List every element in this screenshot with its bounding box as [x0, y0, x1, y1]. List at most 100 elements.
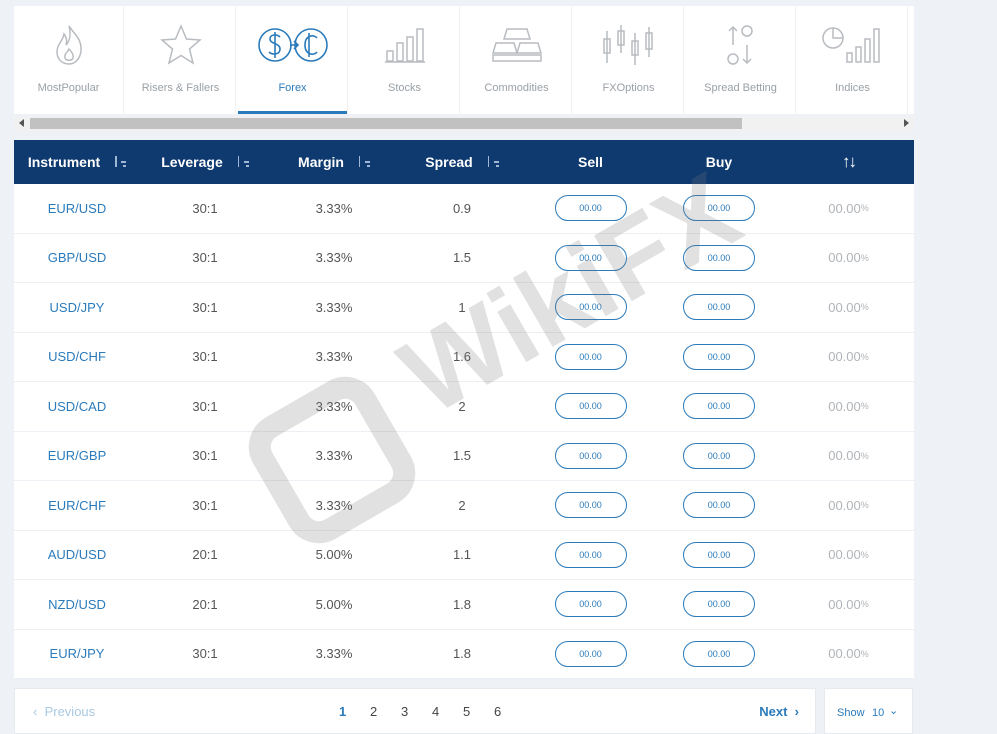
buy-button[interactable]: 00.00 — [683, 195, 755, 222]
change-value: 00.00% — [783, 234, 914, 283]
header-label: Spread — [425, 154, 473, 170]
change-value: 00.00% — [783, 283, 914, 332]
buy-button[interactable]: 00.00 — [683, 640, 755, 667]
table-header: Instrument Leverage Margin Spread Sell B… — [14, 140, 914, 184]
spread-value: 1.1 — [452, 547, 472, 563]
buy-button[interactable]: 00.00 — [683, 492, 755, 519]
header-instrument[interactable]: Instrument — [14, 140, 140, 184]
tab-label: Risers & Fallers — [141, 82, 220, 94]
table-row[interactable]: EUR/USD 30:1 3.33% 0.9 00.00 00.00 00.00% — [14, 184, 914, 234]
sell-button[interactable]: 00.00 — [554, 393, 627, 420]
sell-button[interactable]: 00.00 — [554, 343, 627, 370]
header-change[interactable]: ↑↓ — [783, 140, 914, 184]
change-value: 00.00% — [783, 531, 914, 580]
tabs-scrollbar[interactable] — [14, 116, 914, 131]
table-row[interactable]: EUR/JPY 30:1 3.33% 1.8 00.00 00.00 00.00% — [14, 630, 914, 679]
scrollbar-thumb[interactable] — [30, 118, 742, 129]
sort-icon[interactable] — [358, 156, 370, 168]
sort-icon[interactable] — [237, 156, 249, 168]
instrument-link[interactable]: EUR/JPY — [14, 630, 140, 679]
buy-button[interactable]: 00.00 — [683, 393, 755, 420]
sell-button[interactable]: 00.00 — [554, 591, 627, 618]
instrument-link[interactable]: GBP/USD — [14, 234, 140, 283]
tab-fxoptions[interactable]: FXOptions — [574, 6, 684, 114]
instrument-link[interactable]: USD/CAD — [14, 382, 140, 431]
table-row[interactable]: NZD/USD 20:1 5.00% 1.8 00.00 00.00 00.00% — [14, 580, 914, 630]
header-sell: Sell — [526, 140, 655, 184]
tab-label: FXOptions — [602, 82, 655, 94]
tab-indices[interactable]: Indices — [798, 6, 908, 114]
page-3-button[interactable]: 3 — [401, 704, 432, 719]
instrument-link[interactable]: AUD/USD — [14, 531, 140, 580]
margin-value: 3.33% — [315, 497, 353, 513]
table-row[interactable]: USD/JPY 30:1 3.33% 1 00.00 00.00 00.00% — [14, 283, 914, 333]
buy-cell: 00.00 — [655, 630, 783, 679]
tab-commodities[interactable]: Commodities — [462, 6, 572, 114]
sell-button[interactable]: 00.00 — [554, 541, 627, 568]
table-row[interactable]: GBP/USD 30:1 3.33% 1.5 00.00 00.00 00.00% — [14, 234, 914, 283]
instrument-link[interactable]: EUR/CHF — [14, 481, 140, 530]
table-row[interactable]: USD/CAD 30:1 3.33% 2 00.00 00.00 00.00% — [14, 382, 914, 432]
tab-forex[interactable]: Forex — [238, 6, 348, 114]
header-margin[interactable]: Margin — [270, 140, 398, 184]
next-button[interactable]: Next › — [759, 704, 799, 719]
header-buy: Buy — [655, 140, 783, 184]
spread-value: 1.8 — [452, 596, 472, 612]
buy-button[interactable]: 00.00 — [683, 343, 755, 370]
page-4-button[interactable]: 4 — [432, 704, 463, 719]
page-2-button[interactable]: 2 — [370, 704, 401, 719]
sell-button[interactable]: 00.00 — [554, 640, 627, 667]
tab-most-popular[interactable]: MostPopular — [14, 6, 124, 114]
page-numbers: 123456 — [339, 704, 525, 719]
show-label: Show — [837, 707, 865, 719]
change-number: 00.00 — [828, 200, 861, 216]
sort-icon[interactable] — [487, 156, 499, 168]
table-body: EUR/USD 30:1 3.33% 0.9 00.00 00.00 00.00% GBP/U… — [14, 184, 914, 679]
sell-button[interactable]: 00.00 — [554, 442, 627, 469]
instrument-link[interactable]: EUR/USD — [14, 184, 140, 233]
previous-button[interactable]: ‹ Previous — [33, 704, 95, 719]
change-unit: % — [860, 450, 869, 461]
tab-more[interactable] — [910, 6, 914, 114]
sort-updown-icon[interactable]: ↑↓ — [842, 152, 857, 172]
buy-cell: 00.00 — [655, 283, 783, 332]
table-row[interactable]: USD/CHF 30:1 3.33% 1.6 00.00 00.00 00.00% — [14, 333, 914, 382]
table-row[interactable]: AUD/USD 20:1 5.00% 1.1 00.00 00.00 00.00% — [14, 531, 914, 580]
scroll-right-icon[interactable] — [904, 119, 909, 127]
change-number: 00.00 — [828, 299, 861, 315]
header-leverage[interactable]: Leverage — [140, 140, 270, 184]
tab-label: Indices — [835, 82, 870, 94]
instrument-link[interactable]: NZD/USD — [14, 580, 140, 629]
buy-button[interactable]: 00.00 — [683, 541, 755, 568]
page-1-button[interactable]: 1 — [339, 704, 370, 719]
change-number: 00.00 — [828, 349, 861, 365]
sell-button[interactable]: 00.00 — [554, 294, 627, 321]
change-unit: % — [860, 252, 869, 263]
scroll-left-icon[interactable] — [19, 119, 24, 127]
change-unit: % — [860, 401, 869, 412]
table-row[interactable]: EUR/CHF 30:1 3.33% 2 00.00 00.00 00.00% — [14, 481, 914, 531]
instrument-link[interactable]: USD/JPY — [14, 283, 140, 332]
sell-button[interactable]: 00.00 — [554, 492, 627, 519]
leverage-value: 30:1 — [192, 200, 218, 216]
tab-risers-fallers[interactable]: Risers & Fallers — [126, 6, 236, 114]
sell-button[interactable]: 00.00 — [554, 244, 627, 271]
tab-label: Spread Betting — [704, 82, 777, 94]
buy-button[interactable]: 00.00 — [683, 591, 755, 618]
buy-button[interactable]: 00.00 — [683, 442, 755, 469]
tab-stocks[interactable]: Stocks — [350, 6, 460, 114]
buy-button[interactable]: 00.00 — [683, 244, 755, 271]
page-5-button[interactable]: 5 — [463, 704, 494, 719]
instrument-link[interactable]: USD/CHF — [14, 333, 140, 382]
change-number: 00.00 — [828, 398, 861, 414]
page-6-button[interactable]: 6 — [494, 704, 525, 719]
flame-icon — [14, 20, 123, 70]
header-spread[interactable]: Spread — [398, 140, 526, 184]
sort-icon[interactable] — [114, 156, 127, 168]
buy-button[interactable]: 00.00 — [683, 294, 755, 321]
instrument-link[interactable]: EUR/GBP — [14, 432, 140, 481]
tab-spread-betting[interactable]: Spread Betting — [686, 6, 796, 114]
sell-button[interactable]: 00.00 — [554, 195, 627, 222]
page-size-select[interactable]: Show 10 ⌄ — [824, 688, 913, 734]
table-row[interactable]: EUR/GBP 30:1 3.33% 1.5 00.00 00.00 00.00% — [14, 432, 914, 481]
